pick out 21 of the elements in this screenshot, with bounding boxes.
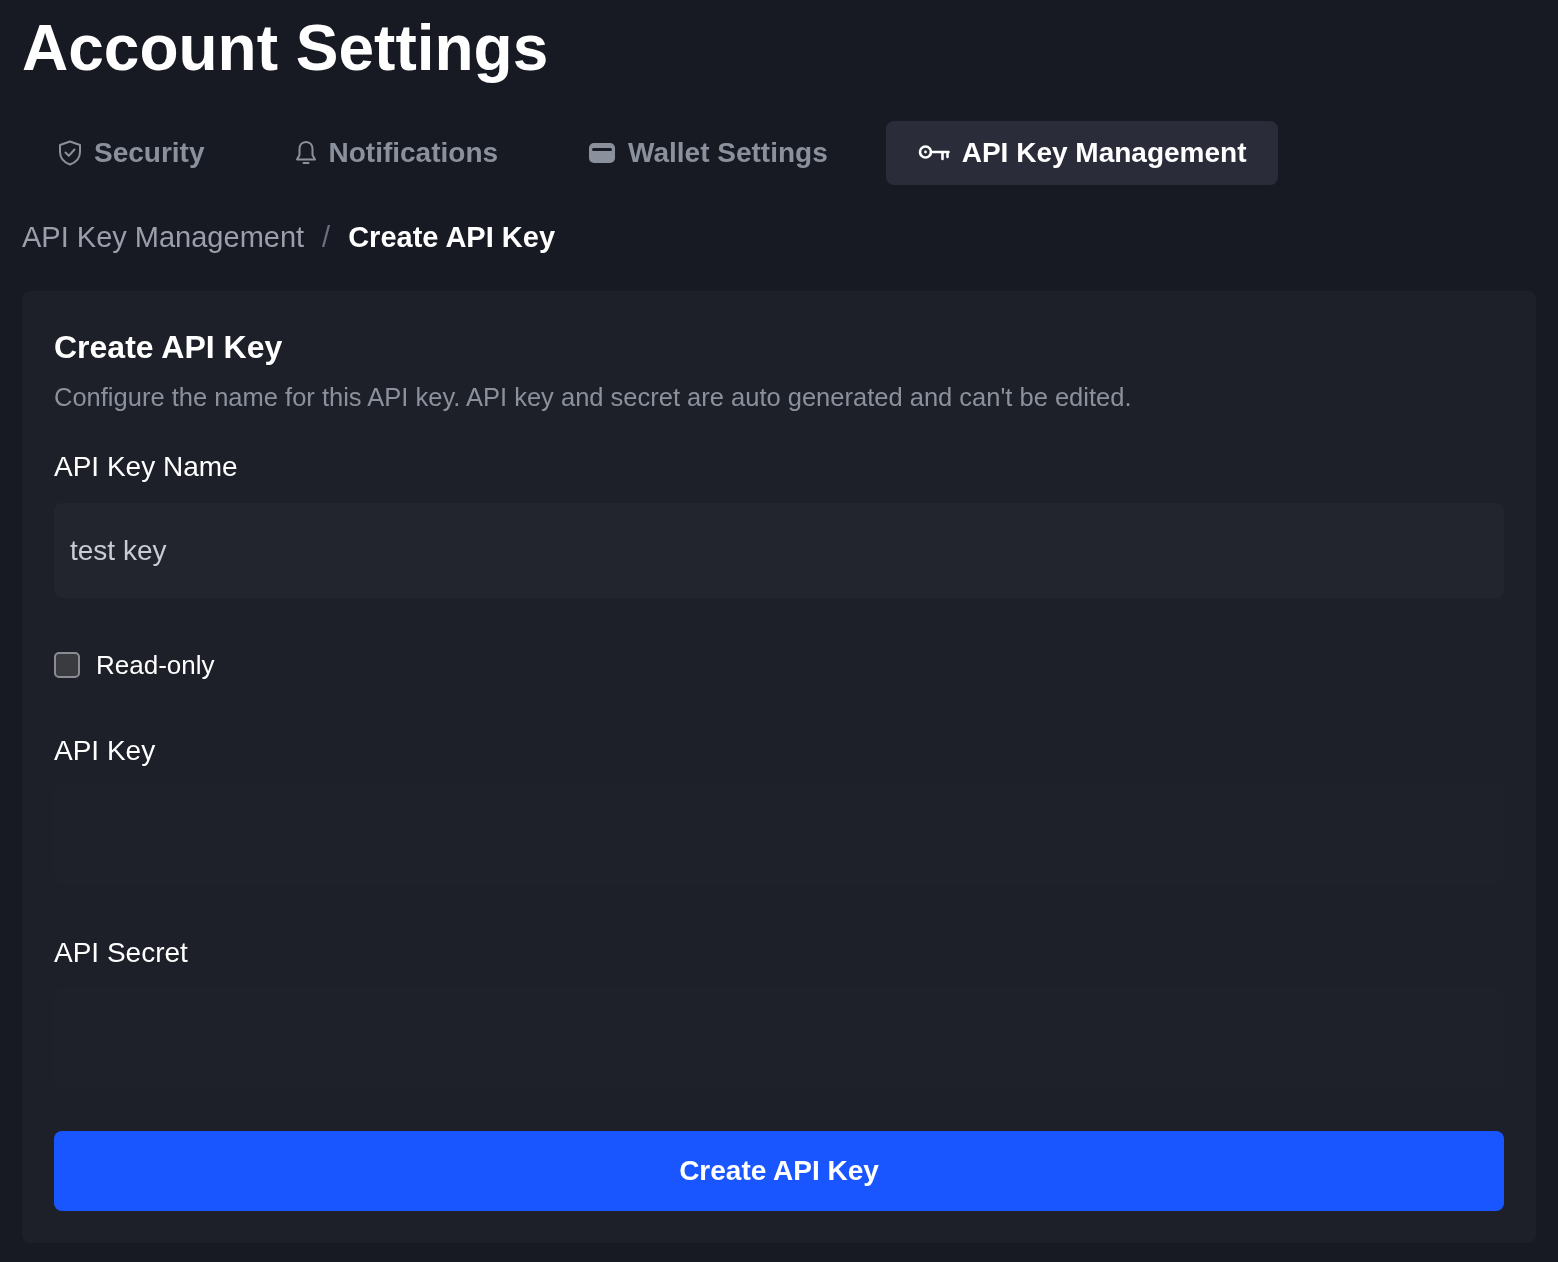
checkbox-label: Read-only (96, 649, 215, 682)
page-title: Account Settings (22, 12, 549, 84)
field-label: API Secret (54, 936, 189, 970)
create-api-key-button[interactable]: Create API Key (54, 1131, 1504, 1211)
breadcrumb-separator: / (322, 220, 331, 256)
checkbox[interactable] (54, 652, 80, 678)
card-description: Configure the name for this API key. API key and secret are auto generated and can't be edited. (54, 382, 1133, 413)
breadcrumb-link[interactable]: API Key Management (22, 216, 305, 260)
settings-tab[interactable]: API Key Management (885, 121, 1279, 185)
breadcrumb-current: Create API Key (348, 220, 556, 256)
settings-tab[interactable]: Wallet Settings (556, 121, 860, 185)
wallet-icon (588, 142, 617, 164)
field-label: API Key (54, 734, 157, 768)
shield-check-icon (58, 140, 82, 166)
name-input-field[interactable]: test key (54, 503, 1504, 598)
key-icon (917, 144, 950, 162)
settings-tab[interactable]: Security (26, 121, 237, 185)
settings-tab[interactable]: Notifications (262, 121, 531, 185)
card-title: Create API Key (54, 328, 284, 367)
bell-icon (294, 140, 317, 166)
field-label: API Key Name (54, 450, 239, 484)
